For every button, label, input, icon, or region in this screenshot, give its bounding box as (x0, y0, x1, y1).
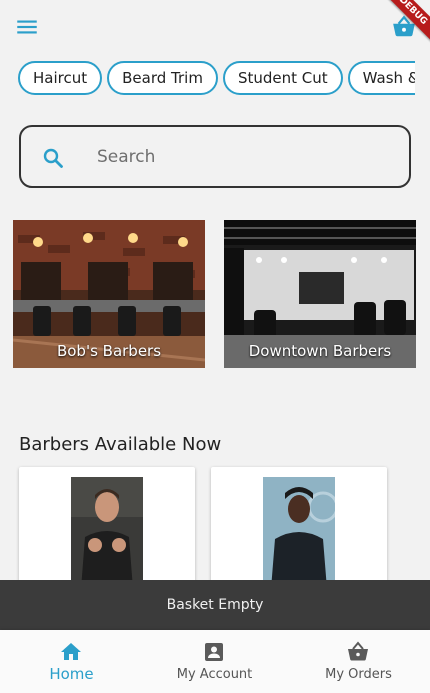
search-icon (43, 148, 63, 168)
nav-label: Home (49, 665, 94, 683)
nav-my-orders[interactable]: My Orders (287, 630, 430, 693)
chip-wash[interactable]: Wash & (347, 61, 415, 95)
chip-beard-trim[interactable]: Beard Trim (107, 61, 218, 95)
menu-icon[interactable] (14, 14, 40, 40)
search-placeholder: Search (97, 147, 156, 167)
nav-label: My Orders (325, 667, 392, 682)
barber-card[interactable] (211, 467, 387, 597)
account-box-icon (205, 643, 223, 661)
nav-my-account[interactable]: My Account (143, 630, 286, 693)
barber-card[interactable] (19, 467, 195, 597)
home-icon (61, 643, 81, 660)
barber-photo (71, 477, 143, 589)
search-input[interactable]: Search (19, 125, 411, 188)
shop-name: Downtown Barbers (248, 342, 392, 360)
bottom-navigation: Home My Account My Orders (0, 630, 430, 693)
basket-status-bar[interactable]: Basket Empty (0, 580, 430, 630)
chip-haircut[interactable]: Haircut (18, 61, 103, 95)
nav-label: My Account (176, 667, 253, 682)
nav-home[interactable]: Home (0, 630, 143, 693)
category-chips: Haircut Beard Trim Student Cut Wash & (18, 61, 415, 95)
section-title: Barbers Available Now (19, 434, 222, 455)
shop-card-bobs-barbers[interactable]: Bob's Barbers (13, 220, 205, 368)
shop-name: Bob's Barbers (56, 342, 162, 360)
app-bar (0, 0, 430, 52)
shopping-basket-icon (348, 641, 368, 661)
barber-photo (263, 477, 335, 589)
shop-card-downtown-barbers[interactable]: Downtown Barbers (224, 220, 416, 368)
chip-student-cut[interactable]: Student Cut (222, 61, 343, 95)
